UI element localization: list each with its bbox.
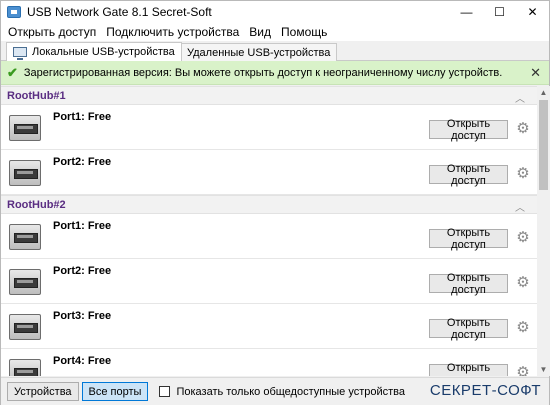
- scroll-thumb[interactable]: [539, 100, 548, 190]
- tab-remote-usb[interactable]: Удаленные USB-устройства: [161, 43, 338, 61]
- gear-icon[interactable]: ⚙: [515, 275, 531, 291]
- scroll-up-icon[interactable]: ▲: [537, 86, 550, 99]
- menu-connect[interactable]: Подключить устройства: [101, 23, 244, 41]
- share-button[interactable]: Открыть доступ: [429, 118, 508, 142]
- minimize-button[interactable]: —: [450, 1, 483, 23]
- gear-icon[interactable]: ⚙: [515, 365, 531, 377]
- window-controls: — ☐ ✕: [450, 1, 549, 23]
- gear-icon[interactable]: ⚙: [515, 121, 531, 137]
- share-button[interactable]: Открыть доступ: [429, 362, 508, 376]
- tab-label: Удаленные USB-устройства: [187, 46, 331, 59]
- port-row: Port2: Free Открыть доступ ⚙: [1, 150, 537, 195]
- all-ports-button[interactable]: Все порты: [81, 382, 149, 401]
- share-button[interactable]: Открыть доступ: [429, 227, 508, 251]
- tab-label: Локальные USB-устройства: [32, 46, 175, 58]
- title-bar: USB Network Gate 8.1 Secret-Soft — ☐ ✕: [1, 1, 549, 23]
- port-label: Port4: Free: [53, 355, 112, 367]
- chevron-up-icon[interactable]: ︿: [515, 199, 525, 214]
- window-title: USB Network Gate 8.1 Secret-Soft: [27, 5, 212, 19]
- menu-bar: Открыть доступ Подключить устройства Вид…: [1, 23, 549, 41]
- hub-name: RootHub#2: [7, 198, 66, 211]
- tab-local-usb[interactable]: Локальные USB-устройства: [6, 42, 182, 61]
- port-label: Port2: Free: [53, 265, 112, 277]
- chevron-up-icon[interactable]: ︿: [515, 90, 525, 105]
- app-icon: [7, 6, 21, 18]
- share-button[interactable]: Открыть доступ: [429, 163, 508, 187]
- scroll-down-icon[interactable]: ▼: [537, 363, 550, 376]
- computer-icon: [13, 47, 27, 60]
- hub-header[interactable]: RootHub#2 ︿: [1, 195, 537, 214]
- notice-text: Зарегистрированная версия: Вы можете отк…: [23, 66, 503, 79]
- app-window: USB Network Gate 8.1 Secret-Soft — ☐ ✕ О…: [0, 0, 550, 405]
- devices-button[interactable]: Устройства: [7, 382, 79, 401]
- port-row: Port3: Free Открыть доступ ⚙: [1, 304, 537, 349]
- port-row: Port1: Free Открыть доступ ⚙: [1, 214, 537, 259]
- gear-icon[interactable]: ⚙: [515, 166, 531, 182]
- vertical-scrollbar[interactable]: ▲ ▼: [537, 86, 550, 376]
- menu-share[interactable]: Открыть доступ: [3, 23, 101, 41]
- public-only-checkbox[interactable]: Показать только общедоступные устройства: [159, 386, 405, 398]
- port-row: Port1: Free Открыть доступ ⚙: [1, 105, 537, 150]
- check-icon: ✔: [7, 64, 18, 80]
- registration-notice: ✔ Зарегистрированная версия: Вы можете о…: [1, 61, 549, 85]
- hub-name: RootHub#1: [7, 89, 66, 102]
- usb-port-icon: [9, 359, 41, 376]
- port-row: Port2: Free Открыть доступ ⚙: [1, 259, 537, 304]
- checkbox-box[interactable]: [159, 386, 171, 397]
- usb-port-icon: [9, 160, 41, 186]
- usb-port-icon: [9, 269, 41, 295]
- hub-header[interactable]: RootHub#1 ︿: [1, 86, 537, 105]
- usb-port-icon: [9, 115, 41, 141]
- port-label: Port2: Free: [53, 156, 112, 168]
- port-label: Port1: Free: [53, 220, 112, 232]
- close-icon[interactable]: ✕: [530, 65, 541, 81]
- menu-help[interactable]: Помощь: [276, 23, 332, 41]
- port-label: Port1: Free: [53, 111, 112, 123]
- close-button[interactable]: ✕: [516, 1, 549, 23]
- usb-port-icon: [9, 314, 41, 340]
- usb-port-icon: [9, 224, 41, 250]
- device-list: RootHub#1 ︿ Port1: Free Открыть доступ ⚙…: [1, 86, 537, 376]
- bottom-bar: Устройства Все порты Показать только общ…: [1, 377, 549, 405]
- brand-logo: СЕКРЕТ-СОФТ: [429, 382, 541, 399]
- menu-view[interactable]: Вид: [244, 23, 276, 41]
- gear-icon[interactable]: ⚙: [515, 320, 531, 336]
- maximize-button[interactable]: ☐: [483, 1, 516, 23]
- share-button[interactable]: Открыть доступ: [429, 317, 508, 341]
- tab-strip: Локальные USB-устройства Удаленные USB-у…: [1, 41, 549, 61]
- port-label: Port3: Free: [53, 310, 112, 322]
- checkbox-label: Показать только общедоступные устройства: [176, 385, 406, 398]
- gear-icon[interactable]: ⚙: [515, 230, 531, 246]
- share-button[interactable]: Открыть доступ: [429, 272, 508, 296]
- port-row: Port4: Free Открыть доступ ⚙: [1, 349, 537, 376]
